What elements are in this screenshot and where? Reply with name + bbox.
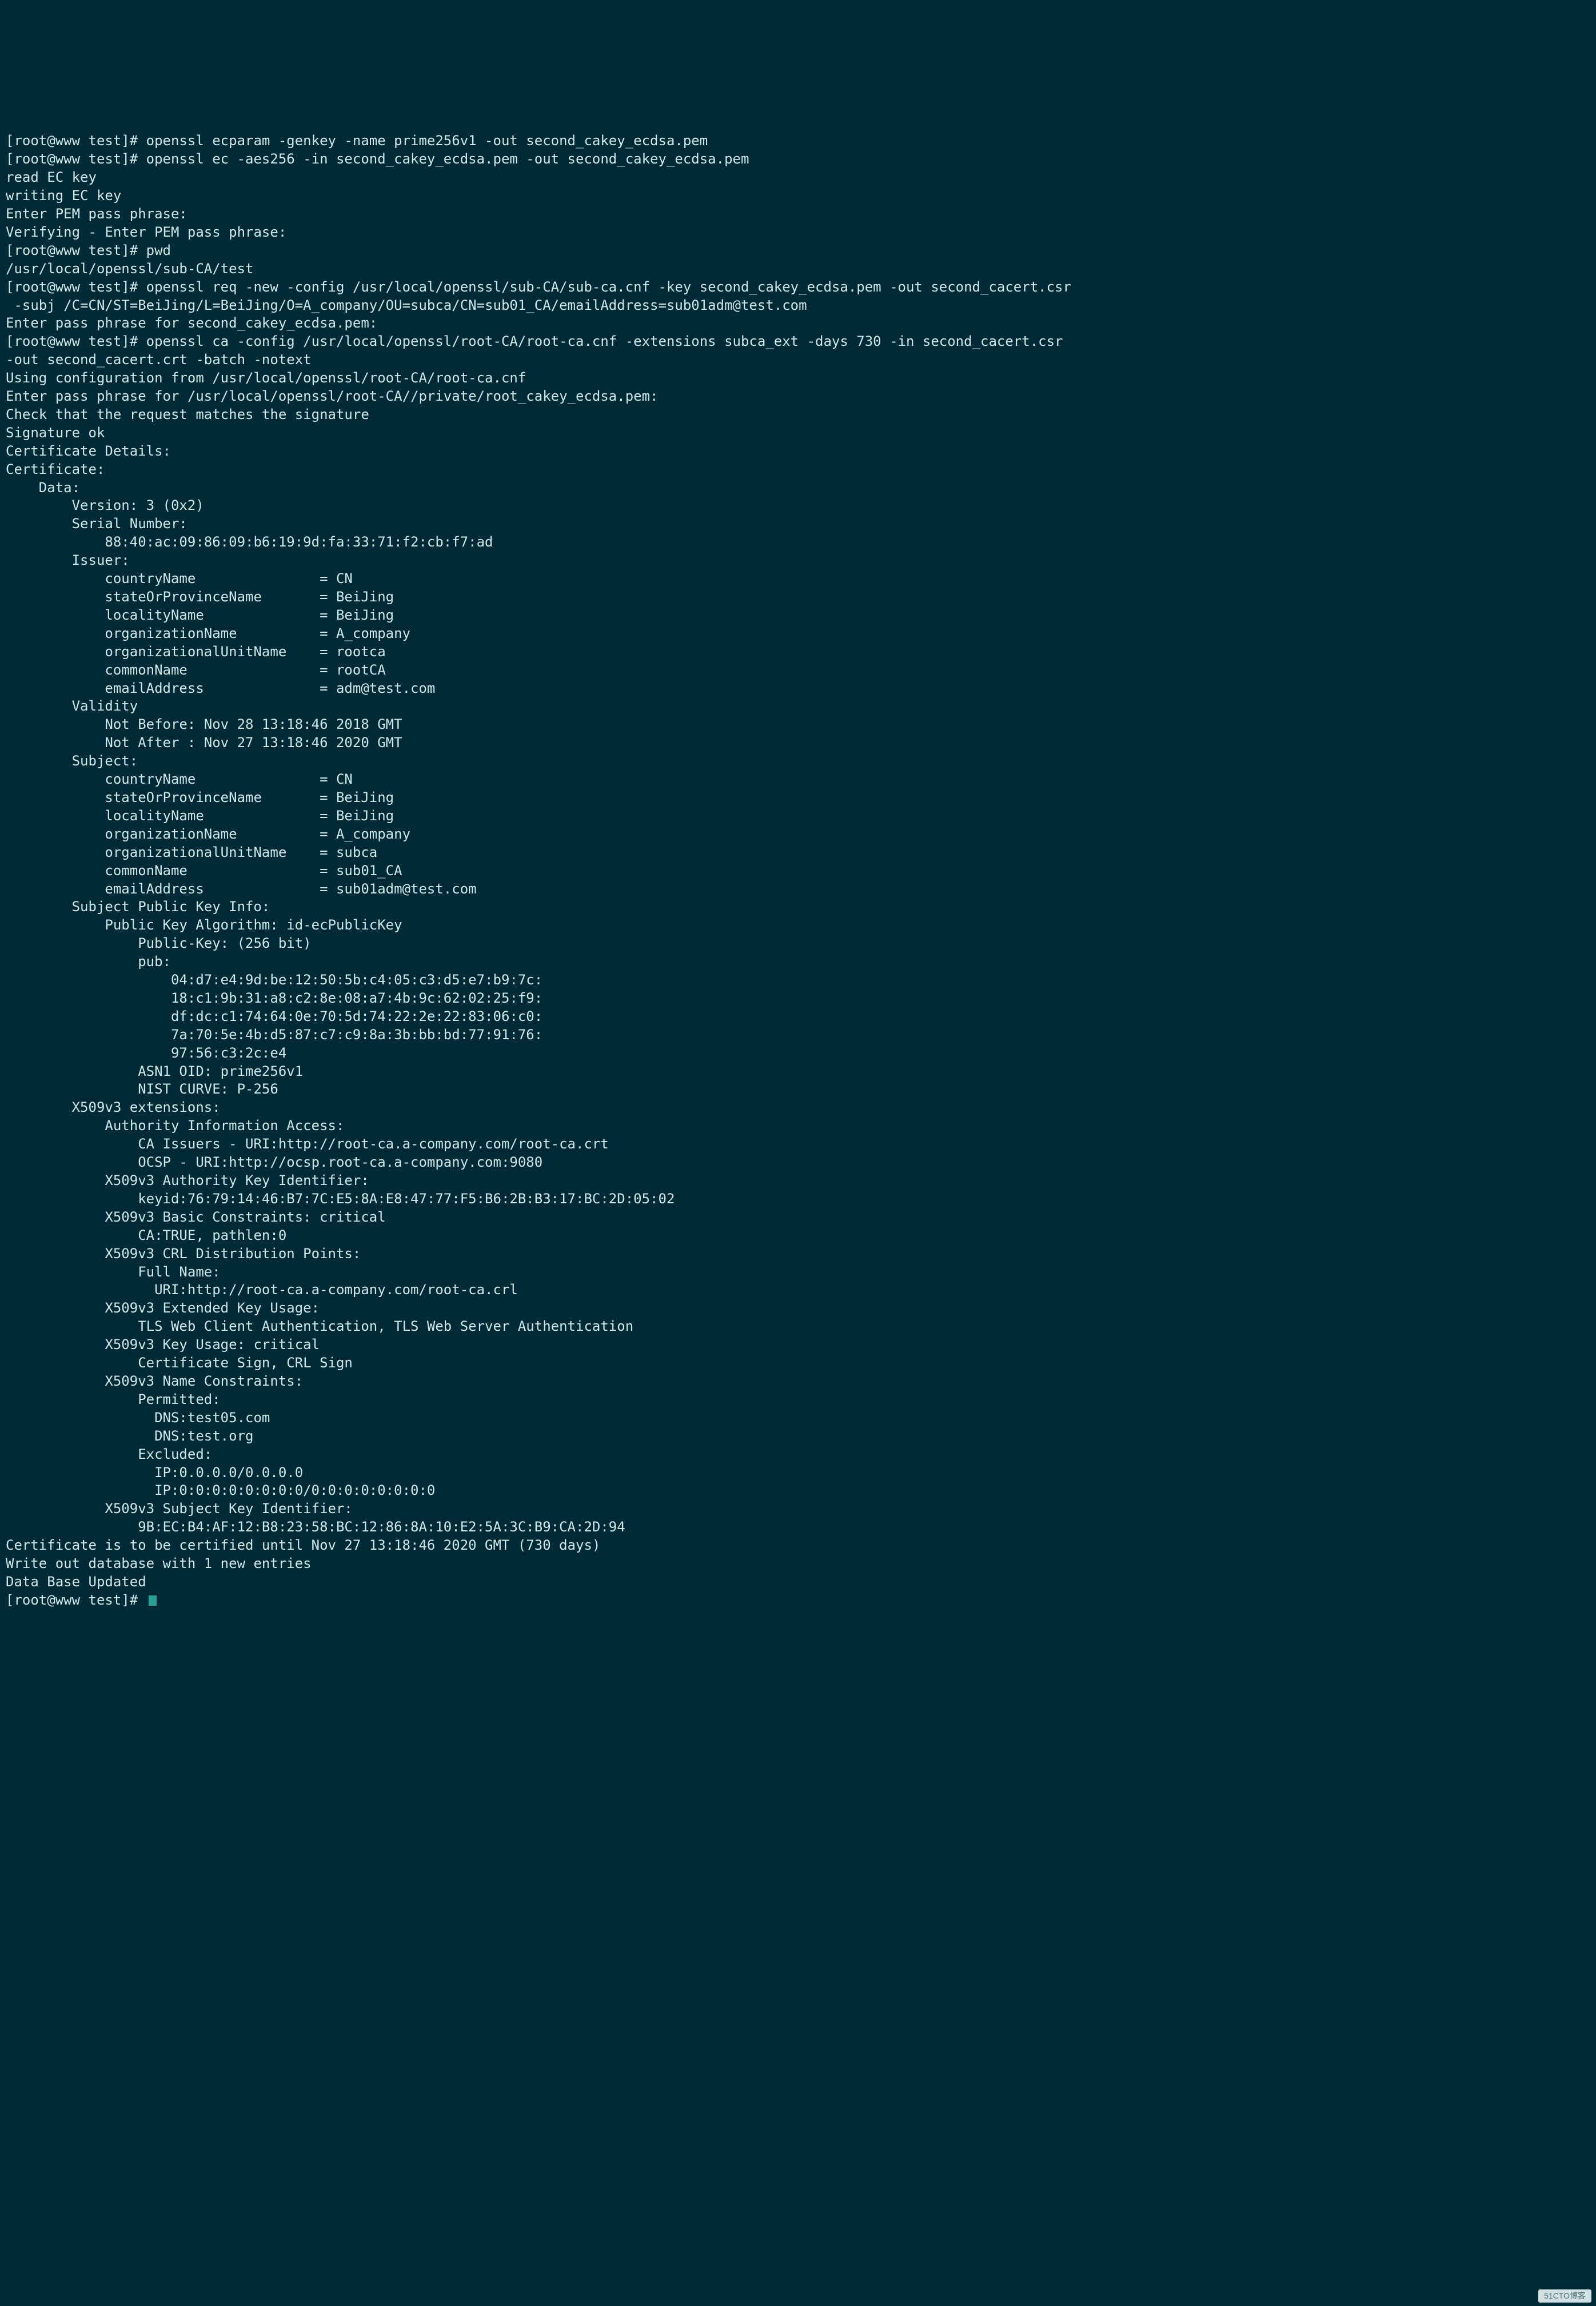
terminal-line: IP:0.0.0.0/0.0.0.0	[6, 1464, 1590, 1482]
terminal-line: X509v3 extensions:	[6, 1099, 1590, 1117]
terminal-line: /usr/local/openssl/sub-CA/test	[6, 260, 1590, 278]
terminal-line: Data Base Updated	[6, 1573, 1590, 1591]
terminal-line: X509v3 CRL Distribution Points:	[6, 1245, 1590, 1263]
terminal-line: 9B:EC:B4:AF:12:B8:23:58:BC:12:86:8A:10:E…	[6, 1518, 1590, 1537]
terminal-line: localityName = BeiJing	[6, 607, 1590, 625]
terminal-line: X509v3 Key Usage: critical	[6, 1336, 1590, 1354]
terminal-line: stateOrProvinceName = BeiJing	[6, 789, 1590, 807]
terminal-line: Certificate Details:	[6, 442, 1590, 461]
terminal-line: Certificate:	[6, 461, 1590, 479]
terminal-line: Enter pass phrase for /usr/local/openssl…	[6, 388, 1590, 406]
terminal-line: Subject:	[6, 752, 1590, 771]
terminal-line: Public-Key: (256 bit)	[6, 935, 1590, 953]
terminal-line: Enter pass phrase for second_cakey_ecdsa…	[6, 314, 1590, 333]
terminal-line: 88:40:ac:09:86:09:b6:19:9d:fa:33:71:f2:c…	[6, 533, 1590, 552]
terminal-line: X509v3 Name Constraints:	[6, 1373, 1590, 1391]
terminal-line: NIST CURVE: P-256	[6, 1080, 1590, 1099]
watermark-badge: 51CTO博客	[1538, 2289, 1591, 2303]
terminal-line: IP:0:0:0:0:0:0:0:0/0:0:0:0:0:0:0:0	[6, 1482, 1590, 1500]
terminal-line: X509v3 Subject Key Identifier:	[6, 1500, 1590, 1518]
terminal-line: Enter PEM pass phrase:	[6, 205, 1590, 224]
terminal-line: Version: 3 (0x2)	[6, 497, 1590, 515]
terminal-line: Excluded:	[6, 1446, 1590, 1464]
terminal-line: df:dc:c1:74:64:0e:70:5d:74:22:2e:22:83:0…	[6, 1008, 1590, 1026]
terminal-line: keyid:76:79:14:46:B7:7C:E5:8A:E8:47:77:F…	[6, 1190, 1590, 1208]
terminal-line: Not After : Nov 27 13:18:46 2020 GMT	[6, 734, 1590, 752]
terminal-line: organizationName = A_company	[6, 625, 1590, 643]
terminal-line: [root@www test]# openssl ec -aes256 -in …	[6, 150, 1590, 169]
terminal-line: Permitted:	[6, 1391, 1590, 1409]
terminal-line: emailAddress = adm@test.com	[6, 680, 1590, 698]
terminal-line: Serial Number:	[6, 515, 1590, 533]
terminal-line: Not Before: Nov 28 13:18:46 2018 GMT	[6, 716, 1590, 734]
terminal-line: Certificate is to be certified until Nov…	[6, 1537, 1590, 1555]
terminal-line: -subj /C=CN/ST=BeiJing/L=BeiJing/O=A_com…	[6, 297, 1590, 315]
terminal-output: [root@www test]# openssl ecparam -genkey…	[6, 132, 1590, 1609]
terminal-line: [root@www test]# openssl req -new -confi…	[6, 278, 1590, 297]
terminal-line: 7a:70:5e:4b:d5:87:c7:c9:8a:3b:bb:bd:77:9…	[6, 1026, 1590, 1044]
terminal-line: X509v3 Extended Key Usage:	[6, 1299, 1590, 1318]
terminal-line: 18:c1:9b:31:a8:c2:8e:08:a7:4b:9c:62:02:2…	[6, 990, 1590, 1008]
terminal-line: Signature ok	[6, 424, 1590, 442]
terminal-line: 97:56:c3:2c:e4	[6, 1044, 1590, 1063]
terminal-line: OCSP - URI:http://ocsp.root-ca.a-company…	[6, 1154, 1590, 1172]
terminal-line: DNS:test.org	[6, 1427, 1590, 1446]
terminal-line: Issuer:	[6, 552, 1590, 570]
terminal-line: Using configuration from /usr/local/open…	[6, 369, 1590, 388]
terminal-line: countryName = CN	[6, 570, 1590, 588]
terminal-line: ASN1 OID: prime256v1	[6, 1063, 1590, 1081]
terminal-line: pub:	[6, 953, 1590, 971]
terminal-line: commonName = sub01_CA	[6, 862, 1590, 880]
terminal-line: -out second_cacert.crt -batch -notext	[6, 351, 1590, 369]
terminal-line: Check that the request matches the signa…	[6, 406, 1590, 424]
terminal-line: DNS:test05.com	[6, 1409, 1590, 1427]
terminal-line: [root@www test]# openssl ca -config /usr…	[6, 333, 1590, 351]
terminal-line: emailAddress = sub01adm@test.com	[6, 880, 1590, 899]
terminal-line: organizationalUnitName = subca	[6, 844, 1590, 862]
terminal-line: Full Name:	[6, 1263, 1590, 1282]
terminal-line: Public Key Algorithm: id-ecPublicKey	[6, 916, 1590, 935]
terminal-line: 04:d7:e4:9d:be:12:50:5b:c4:05:c3:d5:e7:b…	[6, 971, 1590, 990]
terminal-line: Certificate Sign, CRL Sign	[6, 1354, 1590, 1373]
terminal-line: Subject Public Key Info:	[6, 898, 1590, 916]
cursor-icon	[149, 1595, 157, 1606]
terminal-line: [root@www test]# pwd	[6, 242, 1590, 260]
terminal-line: commonName = rootCA	[6, 661, 1590, 680]
terminal-line: organizationalUnitName = rootca	[6, 643, 1590, 661]
terminal-line: CA Issuers - URI:http://root-ca.a-compan…	[6, 1135, 1590, 1154]
terminal-line: countryName = CN	[6, 771, 1590, 789]
terminal-line: [root@www test]#	[6, 1591, 1590, 1610]
terminal-line: Validity	[6, 697, 1590, 716]
terminal-line: Authority Information Access:	[6, 1117, 1590, 1135]
terminal-line: writing EC key	[6, 187, 1590, 205]
terminal-line: URI:http://root-ca.a-company.com/root-ca…	[6, 1281, 1590, 1299]
terminal-window[interactable]: [root@www test]# openssl ecparam -genkey…	[0, 91, 1596, 1633]
terminal-line: X509v3 Basic Constraints: critical	[6, 1208, 1590, 1227]
terminal-line: CA:TRUE, pathlen:0	[6, 1227, 1590, 1245]
terminal-line: Verifying - Enter PEM pass phrase:	[6, 224, 1590, 242]
terminal-line: [root@www test]# openssl ecparam -genkey…	[6, 132, 1590, 150]
terminal-line: localityName = BeiJing	[6, 807, 1590, 825]
terminal-line: X509v3 Authority Key Identifier:	[6, 1172, 1590, 1190]
terminal-line: Data:	[6, 479, 1590, 497]
terminal-line: TLS Web Client Authentication, TLS Web S…	[6, 1318, 1590, 1336]
terminal-line: organizationName = A_company	[6, 825, 1590, 844]
terminal-line: stateOrProvinceName = BeiJing	[6, 588, 1590, 607]
terminal-line: read EC key	[6, 169, 1590, 187]
terminal-line: Write out database with 1 new entries	[6, 1555, 1590, 1573]
